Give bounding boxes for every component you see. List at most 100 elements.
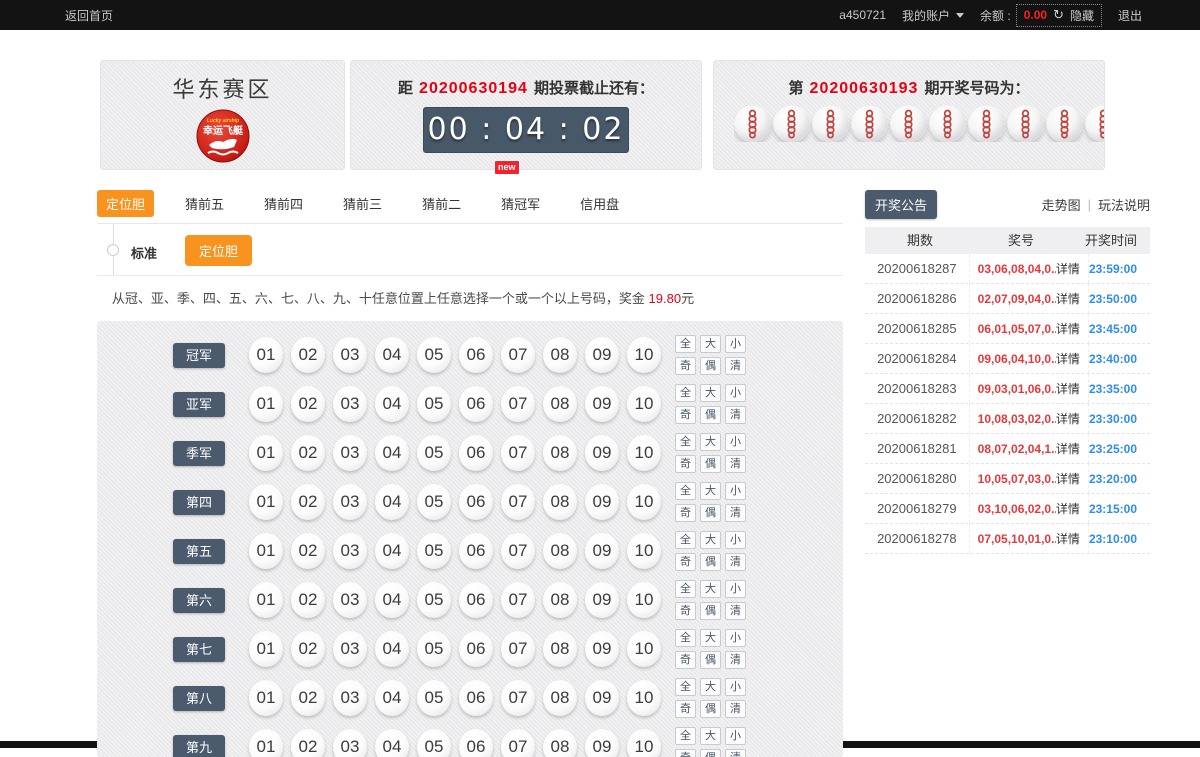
quick-pick-清[interactable]: 清 xyxy=(725,749,746,757)
number-ball-03[interactable]: 03 xyxy=(333,386,367,422)
number-ball-02[interactable]: 02 xyxy=(291,729,325,757)
number-ball-03[interactable]: 03 xyxy=(333,533,367,569)
number-ball-05[interactable]: 05 xyxy=(417,729,451,757)
number-ball-01[interactable]: 01 xyxy=(249,386,283,422)
quick-pick-奇[interactable]: 奇 xyxy=(675,357,696,375)
quick-pick-奇[interactable]: 奇 xyxy=(675,406,696,424)
number-ball-04[interactable]: 04 xyxy=(375,680,409,716)
number-ball-06[interactable]: 06 xyxy=(459,435,493,471)
number-ball-09[interactable]: 09 xyxy=(585,337,619,373)
number-ball-09[interactable]: 09 xyxy=(585,729,619,757)
trend-chart-link[interactable]: 走势图 xyxy=(1042,195,1081,214)
quick-pick-大[interactable]: 大 xyxy=(700,335,721,353)
quick-pick-奇[interactable]: 奇 xyxy=(675,700,696,718)
number-ball-07[interactable]: 07 xyxy=(501,631,535,667)
detail-link[interactable]: 详情 xyxy=(1056,314,1088,343)
number-ball-02[interactable]: 02 xyxy=(291,337,325,373)
number-ball-08[interactable]: 08 xyxy=(543,435,577,471)
number-ball-03[interactable]: 03 xyxy=(333,631,367,667)
number-ball-09[interactable]: 09 xyxy=(585,435,619,471)
quick-pick-大[interactable]: 大 xyxy=(700,580,721,598)
number-ball-06[interactable]: 06 xyxy=(459,386,493,422)
quick-pick-全[interactable]: 全 xyxy=(675,580,696,598)
number-ball-08[interactable]: 08 xyxy=(543,533,577,569)
quick-pick-大[interactable]: 大 xyxy=(700,433,721,451)
quick-pick-清[interactable]: 清 xyxy=(725,602,746,620)
quick-pick-大[interactable]: 大 xyxy=(700,531,721,549)
quick-pick-奇[interactable]: 奇 xyxy=(675,602,696,620)
number-ball-02[interactable]: 02 xyxy=(291,484,325,520)
quick-pick-全[interactable]: 全 xyxy=(675,727,696,745)
tab-猜冠军[interactable]: 猜冠军 xyxy=(492,190,549,217)
quick-pick-小[interactable]: 小 xyxy=(725,531,746,549)
quick-pick-全[interactable]: 全 xyxy=(675,335,696,353)
number-ball-03[interactable]: 03 xyxy=(333,729,367,757)
quick-pick-小[interactable]: 小 xyxy=(725,629,746,647)
detail-link[interactable]: 详情 xyxy=(1056,284,1088,313)
number-ball-10[interactable]: 10 xyxy=(627,582,661,618)
number-ball-06[interactable]: 06 xyxy=(459,631,493,667)
quick-pick-大[interactable]: 大 xyxy=(700,384,721,402)
quick-pick-清[interactable]: 清 xyxy=(725,357,746,375)
quick-pick-小[interactable]: 小 xyxy=(725,482,746,500)
detail-link[interactable]: 详情 xyxy=(1056,494,1088,523)
quick-pick-清[interactable]: 清 xyxy=(725,553,746,571)
quick-pick-偶[interactable]: 偶 xyxy=(700,553,721,571)
quick-pick-小[interactable]: 小 xyxy=(725,335,746,353)
quick-pick-小[interactable]: 小 xyxy=(725,580,746,598)
hide-balance-button[interactable]: 隐藏 xyxy=(1070,7,1094,24)
quick-pick-偶[interactable]: 偶 xyxy=(700,406,721,424)
quick-pick-小[interactable]: 小 xyxy=(725,433,746,451)
number-ball-05[interactable]: 05 xyxy=(417,484,451,520)
number-ball-09[interactable]: 09 xyxy=(585,386,619,422)
number-ball-08[interactable]: 08 xyxy=(543,386,577,422)
number-ball-01[interactable]: 01 xyxy=(249,582,283,618)
number-ball-07[interactable]: 07 xyxy=(501,484,535,520)
number-ball-01[interactable]: 01 xyxy=(249,680,283,716)
quick-pick-偶[interactable]: 偶 xyxy=(700,357,721,375)
tab-猜前三[interactable]: 猜前三 xyxy=(334,190,391,217)
number-ball-03[interactable]: 03 xyxy=(333,337,367,373)
quick-pick-全[interactable]: 全 xyxy=(675,384,696,402)
number-ball-04[interactable]: 04 xyxy=(375,631,409,667)
number-ball-02[interactable]: 02 xyxy=(291,386,325,422)
number-ball-09[interactable]: 09 xyxy=(585,631,619,667)
number-ball-03[interactable]: 03 xyxy=(333,435,367,471)
quick-pick-清[interactable]: 清 xyxy=(725,651,746,669)
number-ball-08[interactable]: 08 xyxy=(543,484,577,520)
quick-pick-偶[interactable]: 偶 xyxy=(700,651,721,669)
number-ball-10[interactable]: 10 xyxy=(627,680,661,716)
number-ball-08[interactable]: 08 xyxy=(543,680,577,716)
number-ball-09[interactable]: 09 xyxy=(585,680,619,716)
number-ball-05[interactable]: 05 xyxy=(417,533,451,569)
number-ball-02[interactable]: 02 xyxy=(291,680,325,716)
quick-pick-奇[interactable]: 奇 xyxy=(675,553,696,571)
detail-link[interactable]: 详情 xyxy=(1056,404,1088,433)
number-ball-05[interactable]: 05 xyxy=(417,435,451,471)
number-ball-03[interactable]: 03 xyxy=(333,582,367,618)
number-ball-01[interactable]: 01 xyxy=(249,533,283,569)
number-ball-09[interactable]: 09 xyxy=(585,582,619,618)
number-ball-10[interactable]: 10 xyxy=(627,729,661,757)
quick-pick-大[interactable]: 大 xyxy=(700,678,721,696)
detail-link[interactable]: 详情 xyxy=(1056,374,1088,403)
number-ball-07[interactable]: 07 xyxy=(501,386,535,422)
number-ball-05[interactable]: 05 xyxy=(417,386,451,422)
tab-定位胆[interactable]: 定位胆 xyxy=(97,190,154,217)
number-ball-06[interactable]: 06 xyxy=(459,484,493,520)
detail-link[interactable]: 详情 xyxy=(1056,344,1088,373)
quick-pick-奇[interactable]: 奇 xyxy=(675,455,696,473)
number-ball-06[interactable]: 06 xyxy=(459,729,493,757)
quick-pick-全[interactable]: 全 xyxy=(675,482,696,500)
number-ball-03[interactable]: 03 xyxy=(333,484,367,520)
number-ball-10[interactable]: 10 xyxy=(627,386,661,422)
rules-link[interactable]: 玩法说明 xyxy=(1098,195,1150,214)
number-ball-10[interactable]: 10 xyxy=(627,337,661,373)
number-ball-06[interactable]: 06 xyxy=(459,337,493,373)
number-ball-08[interactable]: 08 xyxy=(543,582,577,618)
quick-pick-偶[interactable]: 偶 xyxy=(700,749,721,757)
number-ball-04[interactable]: 04 xyxy=(375,533,409,569)
quick-pick-清[interactable]: 清 xyxy=(725,700,746,718)
number-ball-10[interactable]: 10 xyxy=(627,533,661,569)
quick-pick-偶[interactable]: 偶 xyxy=(700,700,721,718)
